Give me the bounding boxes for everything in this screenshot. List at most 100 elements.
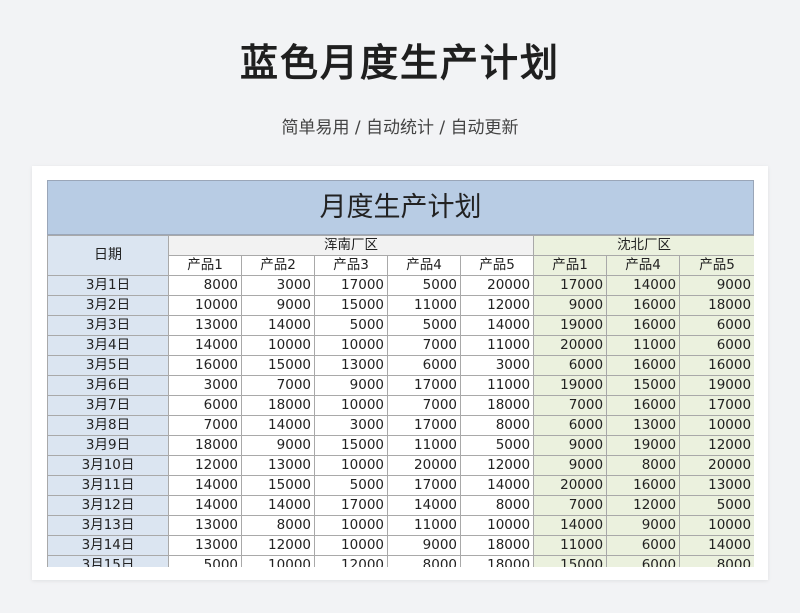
value-cell[interactable]: 12000 [314, 555, 388, 567]
value-cell[interactable]: 20000 [533, 475, 608, 496]
value-cell[interactable]: 19000 [679, 375, 754, 396]
value-cell[interactable]: 19000 [533, 375, 608, 396]
value-cell[interactable]: 10000 [314, 515, 388, 536]
value-cell[interactable]: 11000 [533, 535, 608, 556]
product-header[interactable]: 产品1 [168, 255, 242, 276]
product-header[interactable]: 产品4 [387, 255, 461, 276]
value-cell[interactable]: 17000 [314, 495, 388, 516]
product-header[interactable]: 产品4 [606, 255, 681, 276]
value-cell[interactable]: 16000 [606, 475, 681, 496]
value-cell[interactable]: 14000 [679, 535, 754, 556]
value-cell[interactable]: 11000 [459, 375, 535, 396]
value-cell[interactable]: 6000 [606, 555, 681, 567]
value-cell[interactable]: 12000 [679, 435, 754, 456]
product-header[interactable]: 产品1 [533, 255, 608, 276]
value-cell[interactable]: 16000 [606, 395, 681, 416]
value-cell[interactable]: 13000 [241, 455, 315, 476]
value-cell[interactable]: 19000 [533, 315, 608, 336]
value-cell[interactable]: 5000 [314, 315, 388, 336]
value-cell[interactable]: 8000 [459, 415, 535, 436]
value-cell[interactable]: 18000 [459, 395, 535, 416]
spreadsheet[interactable]: 月度生产计划 日期 浑南厂区 沈北厂区 产品1 产品2 产品3 产品4 产品5 [47, 180, 754, 567]
value-cell[interactable]: 8000 [606, 455, 681, 476]
value-cell[interactable]: 17000 [314, 275, 388, 296]
value-cell[interactable]: 8000 [679, 555, 754, 567]
value-cell[interactable]: 9000 [533, 435, 608, 456]
date-cell[interactable]: 3月9日 [47, 435, 169, 456]
value-cell[interactable]: 9000 [241, 435, 315, 456]
value-cell[interactable]: 7000 [533, 395, 608, 416]
value-cell[interactable]: 18000 [241, 395, 315, 416]
date-cell[interactable]: 3月2日 [47, 295, 169, 316]
date-cell[interactable]: 3月11日 [47, 475, 169, 496]
date-cell[interactable]: 3月8日 [47, 415, 169, 436]
value-cell[interactable]: 14000 [459, 475, 535, 496]
value-cell[interactable]: 5000 [314, 475, 388, 496]
value-cell[interactable]: 8000 [241, 515, 315, 536]
value-cell[interactable]: 6000 [533, 355, 608, 376]
value-cell[interactable]: 6000 [168, 395, 242, 416]
value-cell[interactable]: 15000 [314, 295, 388, 316]
value-cell[interactable]: 12000 [459, 295, 535, 316]
value-cell[interactable]: 3000 [314, 415, 388, 436]
value-cell[interactable]: 17000 [387, 375, 461, 396]
value-cell[interactable]: 10000 [241, 555, 315, 567]
value-cell[interactable]: 16000 [606, 315, 681, 336]
value-cell[interactable]: 20000 [387, 455, 461, 476]
value-cell[interactable]: 17000 [387, 475, 461, 496]
value-cell[interactable]: 5000 [679, 495, 754, 516]
value-cell[interactable]: 5000 [387, 275, 461, 296]
value-cell[interactable]: 19000 [606, 435, 681, 456]
value-cell[interactable]: 14000 [459, 315, 535, 336]
value-cell[interactable]: 10000 [314, 535, 388, 556]
date-column-header[interactable]: 日期 [47, 235, 169, 276]
value-cell[interactable]: 18000 [459, 555, 535, 567]
value-cell[interactable]: 16000 [606, 355, 681, 376]
value-cell[interactable]: 5000 [459, 435, 535, 456]
date-cell[interactable]: 3月5日 [47, 355, 169, 376]
value-cell[interactable]: 10000 [168, 295, 242, 316]
value-cell[interactable]: 8000 [168, 275, 242, 296]
value-cell[interactable]: 6000 [533, 415, 608, 436]
value-cell[interactable]: 9000 [241, 295, 315, 316]
value-cell[interactable]: 14000 [606, 275, 681, 296]
value-cell[interactable]: 13000 [314, 355, 388, 376]
value-cell[interactable]: 11000 [387, 435, 461, 456]
value-cell[interactable]: 8000 [459, 495, 535, 516]
value-cell[interactable]: 10000 [459, 515, 535, 536]
value-cell[interactable]: 9000 [387, 535, 461, 556]
value-cell[interactable]: 15000 [241, 475, 315, 496]
value-cell[interactable]: 14000 [241, 415, 315, 436]
product-header[interactable]: 产品5 [679, 255, 754, 276]
value-cell[interactable]: 17000 [679, 395, 754, 416]
value-cell[interactable]: 17000 [387, 415, 461, 436]
value-cell[interactable]: 13000 [606, 415, 681, 436]
group-header-hunnan[interactable]: 浑南厂区 [167, 235, 535, 256]
value-cell[interactable]: 10000 [241, 335, 315, 356]
value-cell[interactable]: 15000 [241, 355, 315, 376]
value-cell[interactable]: 14000 [241, 315, 315, 336]
value-cell[interactable]: 17000 [533, 275, 608, 296]
value-cell[interactable]: 9000 [533, 295, 608, 316]
value-cell[interactable]: 3000 [168, 375, 242, 396]
value-cell[interactable]: 12000 [168, 455, 242, 476]
value-cell[interactable]: 3000 [241, 275, 315, 296]
value-cell[interactable]: 18000 [679, 295, 754, 316]
value-cell[interactable]: 9000 [533, 455, 608, 476]
value-cell[interactable]: 7000 [533, 495, 608, 516]
value-cell[interactable]: 6000 [679, 315, 754, 336]
value-cell[interactable]: 20000 [679, 455, 754, 476]
value-cell[interactable]: 12000 [241, 535, 315, 556]
date-cell[interactable]: 3月4日 [47, 335, 169, 356]
value-cell[interactable]: 6000 [606, 535, 681, 556]
date-cell[interactable]: 3月13日 [47, 515, 169, 536]
value-cell[interactable]: 6000 [387, 355, 461, 376]
group-header-shenbei[interactable]: 沈北厂区 [533, 235, 754, 256]
value-cell[interactable]: 15000 [606, 375, 681, 396]
value-cell[interactable]: 16000 [679, 355, 754, 376]
product-header[interactable]: 产品2 [241, 255, 315, 276]
date-cell[interactable]: 3月6日 [47, 375, 169, 396]
value-cell[interactable]: 7000 [168, 415, 242, 436]
value-cell[interactable]: 12000 [459, 455, 535, 476]
value-cell[interactable]: 13000 [168, 315, 242, 336]
